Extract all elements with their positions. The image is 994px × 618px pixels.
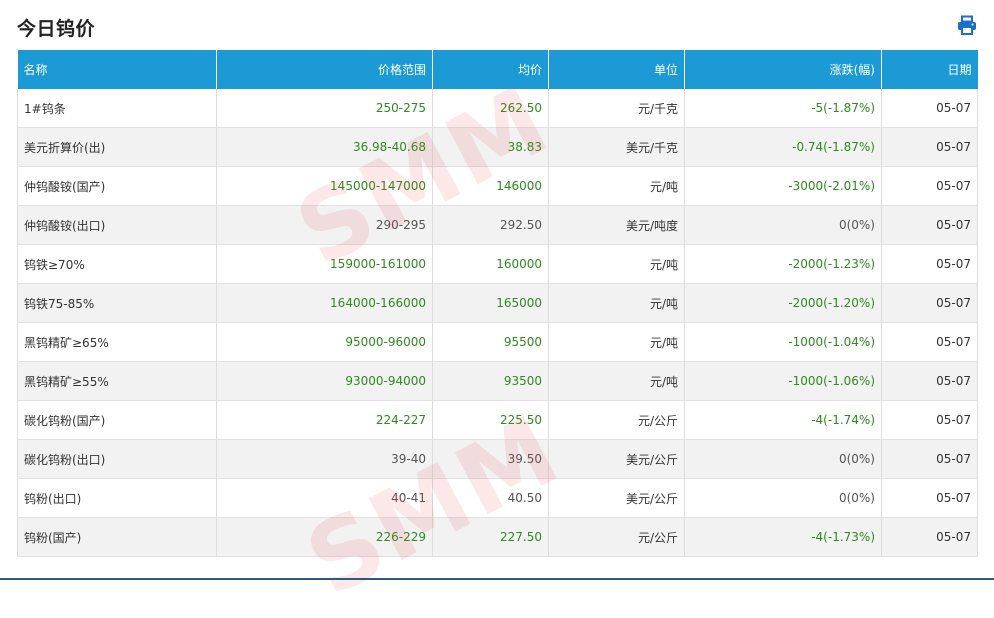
cell-change: 0(0%) — [684, 439, 882, 479]
table-row[interactable]: 钨铁75-85% 164000-166000 165000 元/吨 -2000(-1.2… — [17, 283, 978, 323]
cell-date: 05-07 — [881, 322, 978, 362]
cell-date: 05-07 — [881, 166, 978, 206]
cell-unit: 美元/公斤 — [548, 478, 685, 518]
cell-name: 钨铁≥70% — [17, 244, 217, 284]
cell-date: 05-07 — [881, 517, 978, 557]
cell-name: 仲钨酸铵(国产) — [17, 166, 217, 206]
cell-date: 05-07 — [881, 127, 978, 167]
cell-name: 碳化钨粉(国产) — [17, 400, 217, 440]
cell-unit: 元/吨 — [548, 361, 685, 401]
col-header-name[interactable]: 名称 — [17, 50, 217, 89]
cell-unit: 元/公斤 — [548, 517, 685, 557]
table-row[interactable]: 钨铁≥70% 159000-161000 160000 元/吨 -2000(-1.23%… — [17, 244, 978, 284]
cell-avg-price: 292.50 — [432, 205, 549, 245]
cell-avg-price: 225.50 — [432, 400, 549, 440]
cell-unit: 元/吨 — [548, 283, 685, 323]
price-table: 名称 价格范围 均价 单位 涨跌(幅) 日期 1#钨条 250-275 262.50… — [17, 50, 978, 557]
cell-unit: 元/吨 — [548, 166, 685, 206]
col-header-date[interactable]: 日期 — [881, 50, 978, 89]
table-row[interactable]: 1#钨条 250-275 262.50 元/千克 -5(-1.87%) 05-07 — [17, 89, 978, 128]
cell-name: 仲钨酸铵(出口) — [17, 205, 217, 245]
col-header-change[interactable]: 涨跌(幅) — [684, 50, 882, 89]
cell-avg-price: 160000 — [432, 244, 549, 284]
cell-avg-price: 146000 — [432, 166, 549, 206]
cell-unit: 元/千克 — [548, 89, 685, 128]
cell-avg-price: 39.50 — [432, 439, 549, 479]
page-title: 今日钨价 — [17, 18, 96, 40]
cell-name: 黑钨精矿≥65% — [17, 322, 217, 362]
cell-change: 0(0%) — [684, 205, 882, 245]
cell-unit: 美元/吨度 — [548, 205, 685, 245]
cell-avg-price: 40.50 — [432, 478, 549, 518]
table-header-row: 名称 价格范围 均价 单位 涨跌(幅) 日期 — [17, 50, 978, 89]
cell-change: -3000(-2.01%) — [684, 166, 882, 206]
cell-change: 0(0%) — [684, 478, 882, 518]
cell-price-range: 36.98-40.68 — [216, 127, 433, 167]
cell-date: 05-07 — [881, 283, 978, 323]
cell-unit: 元/吨 — [548, 322, 685, 362]
cell-change: -2000(-1.23%) — [684, 244, 882, 284]
cell-date: 05-07 — [881, 205, 978, 245]
cell-price-range: 159000-161000 — [216, 244, 433, 284]
cell-name: 1#钨条 — [17, 89, 217, 128]
cell-unit: 元/公斤 — [548, 400, 685, 440]
cell-date: 05-07 — [881, 244, 978, 284]
cell-price-range: 226-229 — [216, 517, 433, 557]
page-header: 今日钨价 — [17, 12, 977, 42]
col-header-range[interactable]: 价格范围 — [216, 50, 433, 89]
cell-name: 美元折算价(出) — [17, 127, 217, 167]
cell-date: 05-07 — [881, 400, 978, 440]
price-table-container: 名称 价格范围 均价 单位 涨跌(幅) 日期 1#钨条 250-275 262.50… — [17, 50, 978, 557]
cell-date: 05-07 — [881, 89, 978, 128]
cell-avg-price: 93500 — [432, 361, 549, 401]
table-row[interactable]: 碳化钨粉(出口) 39-40 39.50 美元/公斤 0(0%) 05-07 — [17, 439, 978, 479]
table-row[interactable]: 仲钨酸铵(国产) 145000-147000 146000 元/吨 -3000(-2.0… — [17, 166, 978, 206]
table-row[interactable]: 黑钨精矿≥55% 93000-94000 93500 元/吨 -1000(-1.06%)… — [17, 361, 978, 401]
col-header-avg[interactable]: 均价 — [432, 50, 549, 89]
cell-change: -4(-1.74%) — [684, 400, 882, 440]
cell-name: 黑钨精矿≥55% — [17, 361, 217, 401]
cell-price-range: 290-295 — [216, 205, 433, 245]
table-row[interactable]: 钨粉(出口) 40-41 40.50 美元/公斤 0(0%) 05-07 — [17, 478, 978, 518]
print-button[interactable] — [957, 15, 977, 35]
table-row[interactable]: 黑钨精矿≥65% 95000-96000 95500 元/吨 -1000(-1.04%)… — [17, 322, 978, 362]
cell-date: 05-07 — [881, 439, 978, 479]
cell-name: 钨铁75-85% — [17, 283, 217, 323]
cell-price-range: 39-40 — [216, 439, 433, 479]
cell-price-range: 95000-96000 — [216, 322, 433, 362]
cell-avg-price: 165000 — [432, 283, 549, 323]
table-row[interactable]: 钨粉(国产) 226-229 227.50 元/公斤 -4(-1.73%) 05-07 — [17, 517, 978, 557]
col-header-unit[interactable]: 单位 — [548, 50, 685, 89]
cell-name: 钨粉(国产) — [17, 517, 217, 557]
cell-price-range: 93000-94000 — [216, 361, 433, 401]
table-row[interactable]: 仲钨酸铵(出口) 290-295 292.50 美元/吨度 0(0%) 05-07 — [17, 205, 978, 245]
cell-unit: 美元/公斤 — [548, 439, 685, 479]
cell-price-range: 145000-147000 — [216, 166, 433, 206]
cell-change: -1000(-1.06%) — [684, 361, 882, 401]
table-row[interactable]: 美元折算价(出) 36.98-40.68 38.83 美元/千克 -0.74(-1.87… — [17, 127, 978, 167]
cell-price-range: 164000-166000 — [216, 283, 433, 323]
cell-price-range: 40-41 — [216, 478, 433, 518]
cell-date: 05-07 — [881, 478, 978, 518]
cell-name: 碳化钨粉(出口) — [17, 439, 217, 479]
cell-change: -0.74(-1.87%) — [684, 127, 882, 167]
cell-avg-price: 262.50 — [432, 89, 549, 128]
cell-name: 钨粉(出口) — [17, 478, 217, 518]
cell-unit: 元/吨 — [548, 244, 685, 284]
cell-avg-price: 227.50 — [432, 517, 549, 557]
cell-change: -5(-1.87%) — [684, 89, 882, 128]
cell-change: -4(-1.73%) — [684, 517, 882, 557]
cell-price-range: 224-227 — [216, 400, 433, 440]
cell-avg-price: 38.83 — [432, 127, 549, 167]
cell-date: 05-07 — [881, 361, 978, 401]
print-icon — [958, 15, 976, 35]
cell-unit: 美元/千克 — [548, 127, 685, 167]
cell-change: -2000(-1.20%) — [684, 283, 882, 323]
cell-change: -1000(-1.04%) — [684, 322, 882, 362]
table-row[interactable]: 碳化钨粉(国产) 224-227 225.50 元/公斤 -4(-1.74%) 05-07 — [17, 400, 978, 440]
cell-price-range: 250-275 — [216, 89, 433, 128]
cell-avg-price: 95500 — [432, 322, 549, 362]
